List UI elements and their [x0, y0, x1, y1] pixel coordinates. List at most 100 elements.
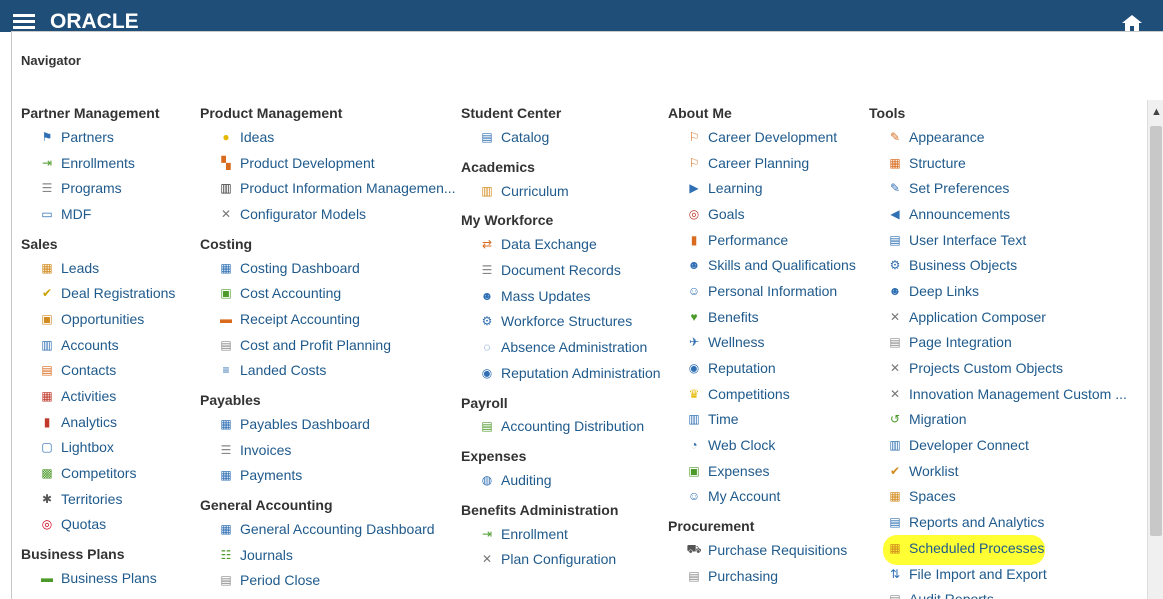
navigator-link-reputation-administration[interactable]: ◉ Reputation Administration	[461, 360, 661, 386]
navigator-link-quotas[interactable]: ◎ Quotas	[21, 512, 175, 538]
navigator-link-product-information-managemen[interactable]: ▥ Product Information Managemen...	[200, 175, 455, 201]
home-icon[interactable]	[1121, 14, 1143, 32]
navigator-link-my-account[interactable]: ☺ My Account	[668, 484, 856, 510]
navigator-link-territories[interactable]: ✱ Territories	[21, 486, 175, 512]
absence-icon: ◌	[483, 339, 491, 354]
navigator-link-business-objects[interactable]: ⚙ Business Objects	[869, 252, 1127, 278]
navigator-link-landed-costs[interactable]: ≡ Landed Costs	[200, 358, 456, 384]
navigator-link-partners[interactable]: ⚑ Partners	[21, 124, 175, 150]
navigator-link-curriculum[interactable]: ▥ Curriculum	[461, 178, 661, 204]
navigator-link-purchase-requisitions[interactable]: ⛟ Purchase Requisitions	[668, 537, 856, 563]
navigator-link-label: Purchase Requisitions	[708, 542, 848, 559]
navigator-link-label: Learning	[708, 180, 763, 197]
navigator-link-programs[interactable]: ☰ Programs	[21, 175, 175, 201]
navigator-link-innovation-management-custom[interactable]: ✕ Innovation Management Custom ...	[869, 381, 1127, 407]
navigator-link-audit-reports[interactable]: ▤ Audit Reports	[869, 586, 1127, 599]
navigator-link-accounting-distribution[interactable]: ▤ Accounting Distribution	[461, 414, 661, 440]
navigator-link-label: Competitions	[708, 385, 790, 402]
reports-icon: ▤	[889, 515, 901, 530]
navigator-link-lightbox[interactable]: ▢ Lightbox	[21, 435, 175, 461]
navigator-link-contacts[interactable]: ▤ Contacts	[21, 358, 175, 384]
navigator-link-application-composer[interactable]: ✕ Application Composer	[869, 304, 1127, 330]
navigator-column-5: Tools ✎ Appearance ▦ Structure ✎ Set Preferenc…	[869, 104, 1127, 599]
navigator-link-plan-configuration[interactable]: ✕ Plan Configuration	[461, 547, 661, 573]
partners-icon: ⚑	[41, 129, 53, 144]
navigator-link-user-interface-text[interactable]: ▤ User Interface Text	[869, 227, 1127, 253]
dashboard-icon: ▦	[220, 417, 232, 432]
navigator-link-learning[interactable]: ▶ Learning	[668, 175, 856, 201]
navigator-link-enrollments[interactable]: ⇥ Enrollments	[21, 150, 175, 176]
vertical-scrollbar[interactable]: ▲	[1147, 100, 1163, 599]
navigator-link-personal-information[interactable]: ☺ Personal Information	[668, 278, 856, 304]
navigator-link-opportunities[interactable]: ▣ Opportunities	[21, 306, 175, 332]
navigator-link-costing-dashboard[interactable]: ▦ Costing Dashboard	[200, 255, 456, 281]
navigator-link-competitions[interactable]: ♛ Competitions	[668, 381, 856, 407]
navigator-link-career-planning[interactable]: ⚐ Career Planning	[668, 150, 856, 176]
navigator-link-page-integration[interactable]: ▤ Page Integration	[869, 330, 1127, 356]
navigator-link-expenses[interactable]: ▣ Expenses	[668, 458, 856, 484]
navigator-link-activities[interactable]: ▦ Activities	[21, 383, 175, 409]
oracle-logo[interactable]: ORACLE	[50, 11, 139, 33]
navigator-link-mass-updates[interactable]: ☻ Mass Updates	[461, 283, 661, 309]
benefits-icon: ♥	[690, 309, 698, 324]
navigator-link-general-accounting-dashboard[interactable]: ▦ General Accounting Dashboard	[200, 516, 456, 542]
navigator-link-appearance[interactable]: ✎ Appearance	[869, 124, 1127, 150]
navigator-link-business-plans[interactable]: ▬ Business Plans	[21, 565, 175, 591]
navigator-link-cost-and-profit-planning[interactable]: ▤ Cost and Profit Planning	[200, 332, 456, 358]
navigator-link-wellness[interactable]: ✈ Wellness	[668, 330, 856, 356]
navigator-link-mdf[interactable]: ▭ MDF	[21, 201, 175, 227]
navigator-link-invoices[interactable]: ☰ Invoices	[200, 437, 456, 463]
navigator-link-competitors[interactable]: ▩ Competitors	[21, 460, 175, 486]
navigator-link-benefits[interactable]: ♥ Benefits	[668, 304, 856, 330]
navigator-link-scheduled-processes[interactable]: ▦ Scheduled Processes	[869, 535, 1127, 561]
navigator-link-spaces[interactable]: ▦ Spaces	[869, 484, 1127, 510]
navigator-link-label: General Accounting Dashboard	[240, 521, 435, 538]
navigator-link-label: File Import and Export	[909, 565, 1047, 582]
navigator-link-data-exchange[interactable]: ⇄ Data Exchange	[461, 231, 661, 257]
navigator-link-skills-and-qualifications[interactable]: ☻ Skills and Qualifications	[668, 252, 856, 278]
navigator-link-purchasing[interactable]: ▤ Purchasing	[668, 563, 856, 589]
navigator-link-auditing[interactable]: ◍ Auditing	[461, 467, 661, 493]
navigator-link-developer-connect[interactable]: ▥ Developer Connect	[869, 432, 1127, 458]
navigator-link-workforce-structures[interactable]: ⚙ Workforce Structures	[461, 308, 661, 334]
navigator-link-leads[interactable]: ▦ Leads	[21, 255, 175, 281]
navigator-link-journals[interactable]: ☷ Journals	[200, 542, 456, 568]
navigator-link-receipt-accounting[interactable]: ▬ Receipt Accounting	[200, 306, 456, 332]
navigator-link-label: Career Planning	[708, 154, 810, 171]
navigator-link-catalog[interactable]: ▤ Catalog	[461, 124, 661, 150]
navigator-link-ideas[interactable]: ● Ideas	[200, 124, 456, 150]
scroll-up-icon[interactable]: ▲	[1151, 106, 1162, 118]
navigator-link-payables-dashboard[interactable]: ▦ Payables Dashboard	[200, 411, 456, 437]
import-export-icon: ⇅	[889, 566, 901, 581]
navigator-link-document-records[interactable]: ☰ Document Records	[461, 257, 661, 283]
navigator-link-career-development[interactable]: ⚐ Career Development	[668, 124, 856, 150]
navigator-link-migration[interactable]: ↺ Migration	[869, 407, 1127, 433]
navigator-link-reports-and-analytics[interactable]: ▤ Reports and Analytics	[869, 509, 1127, 535]
navigator-link-structure[interactable]: ▦ Structure	[869, 150, 1127, 176]
navigator-link-enrollment[interactable]: ⇥ Enrollment	[461, 521, 661, 547]
navigator-link-projects-custom-objects[interactable]: ✕ Projects Custom Objects	[869, 355, 1127, 381]
scroll-thumb[interactable]	[1150, 126, 1162, 536]
navigator-link-configurator-models[interactable]: ✕ Configurator Models	[200, 201, 456, 227]
navigator-link-worklist[interactable]: ✔ Worklist	[869, 458, 1127, 484]
navigator-link-product-development[interactable]: ▚ Product Development	[200, 150, 456, 176]
navigator-link-goals[interactable]: ◎ Goals	[668, 201, 856, 227]
hamburger-menu-icon[interactable]	[13, 14, 35, 30]
navigator-link-label: Configurator Models	[240, 205, 367, 222]
navigator-link-reputation[interactable]: ◉ Reputation	[668, 355, 856, 381]
navigator-link-performance[interactable]: ▮ Performance	[668, 227, 856, 253]
navigator-link-period-close[interactable]: ▤ Period Close	[200, 568, 456, 594]
navigator-link-payments[interactable]: ▦ Payments	[200, 463, 456, 489]
navigator-link-set-preferences[interactable]: ✎ Set Preferences	[869, 175, 1127, 201]
navigator-link-time[interactable]: ▥ Time	[668, 407, 856, 433]
navigator-link-absence-administration[interactable]: ◌ Absence Administration	[461, 334, 661, 360]
navigator-link-accounts[interactable]: ▥ Accounts	[21, 332, 175, 358]
navigator-link-file-import-and-export[interactable]: ⇅ File Import and Export	[869, 561, 1127, 587]
navigator-link-deal-registrations[interactable]: ✔ Deal Registrations	[21, 280, 175, 306]
navigator-link-analytics[interactable]: ▮ Analytics	[21, 409, 175, 435]
navigator-link-announcements[interactable]: ◀ Announcements	[869, 201, 1127, 227]
navigator-link-web-clock[interactable]: ◔ Web Clock	[668, 432, 856, 458]
group-title: General Accounting	[200, 497, 333, 514]
navigator-link-cost-accounting[interactable]: ▣ Cost Accounting	[200, 280, 456, 306]
navigator-link-deep-links[interactable]: ☻ Deep Links	[869, 278, 1127, 304]
